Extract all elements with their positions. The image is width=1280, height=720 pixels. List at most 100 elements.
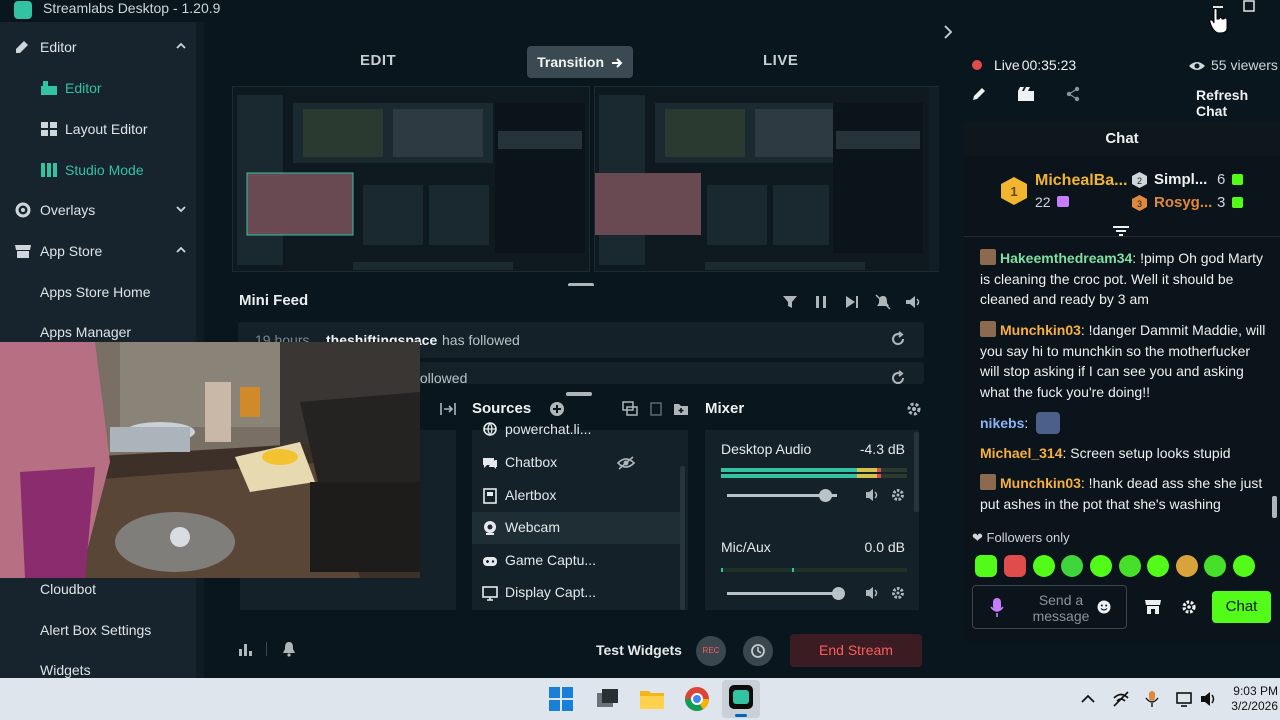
streamlabs-app-icon	[729, 685, 753, 709]
clock[interactable]: 9:03 PM 3/2/2026	[1230, 684, 1278, 714]
sidebar-item-apps-store-home[interactable]: Apps Store Home	[0, 274, 196, 310]
sidebar-item-overlays[interactable]: Overlays	[0, 192, 196, 228]
rec-button[interactable]: REC	[696, 636, 726, 666]
emote-icon[interactable]	[1233, 555, 1255, 577]
chat-username[interactable]: Munchkin03	[1000, 322, 1081, 338]
add-source-icon[interactable]	[549, 401, 565, 417]
repeat-icon[interactable]	[890, 370, 906, 384]
chat-message: Hakeemthedream34: !pimp Oh god Marty is …	[980, 248, 1270, 310]
chat-username[interactable]: nikebs	[980, 415, 1024, 431]
chat-username[interactable]: Hakeemthedream34	[1000, 250, 1132, 266]
emote-icon[interactable]	[1204, 555, 1226, 577]
chat-send-button[interactable]: Chat	[1212, 591, 1271, 623]
emote-icon[interactable]	[1119, 555, 1141, 577]
chevron-right-icon[interactable]	[942, 24, 954, 40]
microphone-icon[interactable]	[990, 598, 1004, 618]
live-status: Live 00:35:23	[994, 57, 1076, 73]
windows-start-icon[interactable]	[547, 685, 575, 713]
mute-alerts-icon[interactable]	[875, 294, 891, 310]
sidebar-item-label: Apps Store Home	[40, 284, 151, 300]
skip-icon[interactable]	[844, 294, 860, 310]
scene-item-icon[interactable]	[648, 401, 664, 417]
notification-bell-icon[interactable]	[281, 641, 297, 657]
emote-icon[interactable]	[1090, 555, 1112, 577]
chat-input[interactable]: Send a message	[972, 585, 1127, 629]
sidebar-item-app-store[interactable]: App Store	[0, 233, 196, 269]
leader-1-name[interactable]: MichealBa...	[1035, 172, 1127, 190]
sources-scrollbar[interactable]	[680, 466, 685, 610]
chevron-up-tray-icon[interactable]	[1079, 690, 1097, 708]
chat-username[interactable]: Michael_314	[980, 445, 1063, 461]
transition-button[interactable]: Transition	[527, 46, 633, 78]
clip-icon[interactable]	[1017, 86, 1035, 102]
eye-hidden-icon[interactable]	[617, 455, 635, 471]
maximize-icon[interactable]	[1239, 0, 1259, 16]
file-explorer-icon[interactable]	[638, 685, 666, 713]
emote-icon[interactable]	[1061, 555, 1083, 577]
source-group-icon[interactable]	[622, 401, 638, 417]
filter-icon[interactable]	[782, 294, 798, 310]
sidebar-item-studio-mode[interactable]: Studio Mode	[0, 152, 196, 188]
sidebar-item-layout-editor[interactable]: Layout Editor	[0, 111, 196, 147]
mixer-settings-icon[interactable]	[906, 401, 922, 417]
network-off-icon[interactable]	[1112, 690, 1130, 708]
share-icon[interactable]	[1065, 86, 1081, 102]
gamepad-icon	[482, 553, 498, 569]
slider-thumb[interactable]	[819, 489, 832, 502]
mixer-scrollbar[interactable]	[914, 432, 919, 512]
source-item[interactable]: Game Captu...	[472, 545, 680, 577]
microphone-tray-icon[interactable]	[1143, 690, 1161, 708]
channel-name: Mic/Aux	[721, 539, 771, 555]
task-view-icon[interactable]	[593, 685, 621, 713]
edit-pencil-icon[interactable]	[971, 86, 987, 102]
chat-scrollbar[interactable]	[1272, 496, 1277, 518]
pause-icon[interactable]	[814, 294, 828, 310]
channel-name: Desktop Audio	[721, 441, 812, 457]
emote-icon[interactable]	[975, 555, 997, 577]
sidebar-item-editor[interactable]: Editor	[0, 29, 196, 65]
emote-icon[interactable]	[1176, 555, 1198, 577]
sidebar-item-alert-box-settings[interactable]: Alert Box Settings	[0, 612, 196, 648]
source-item[interactable]: Display Capt...	[472, 577, 680, 609]
chat-username[interactable]: Munchkin03	[1000, 475, 1081, 491]
display-icon[interactable]	[1176, 690, 1194, 708]
source-item[interactable]: Alertbox	[472, 480, 680, 512]
channel-settings-icon[interactable]	[891, 586, 905, 600]
source-item[interactable]: Chatbox	[472, 447, 680, 479]
chrome-icon[interactable]	[683, 685, 711, 713]
feed-action: followed	[416, 370, 468, 384]
edit-preview[interactable]	[232, 86, 590, 272]
source-item-selected[interactable]: Webcam	[472, 512, 680, 544]
replay-buffer-button[interactable]	[743, 636, 773, 666]
sidebar-item-editor-sub[interactable]: Editor	[0, 70, 196, 106]
speaker-tray-icon[interactable]	[1200, 690, 1218, 708]
emoji-icon[interactable]	[1097, 600, 1111, 614]
collapse-icon[interactable]	[440, 401, 456, 417]
user-badge-icon	[980, 249, 996, 265]
source-label: Alertbox	[505, 487, 557, 503]
channel-settings-icon[interactable]	[891, 488, 905, 502]
speaker-icon[interactable]	[865, 586, 881, 600]
emote-icon[interactable]	[1147, 555, 1169, 577]
volume-slider[interactable]	[727, 587, 845, 600]
repeat-icon[interactable]	[890, 331, 906, 347]
emote-icon[interactable]	[1033, 555, 1055, 577]
volume-slider[interactable]	[727, 489, 837, 502]
test-widgets-button[interactable]: Test Widgets	[596, 642, 682, 658]
taskbar-active-app[interactable]	[722, 680, 760, 718]
settings-gear-icon[interactable]	[1181, 599, 1197, 615]
emote-icon[interactable]	[1004, 555, 1026, 577]
slider-thumb[interactable]	[832, 587, 845, 600]
leader-2-name[interactable]: Simpl...	[1154, 171, 1207, 188]
leader-3-name[interactable]: Rosyg...	[1154, 194, 1212, 211]
volume-icon[interactable]	[905, 294, 923, 310]
end-stream-button[interactable]: End Stream	[790, 634, 922, 667]
add-folder-icon[interactable]	[673, 401, 689, 417]
stats-icon[interactable]	[238, 641, 254, 657]
source-item[interactable]: powerchat.li...	[472, 419, 680, 445]
refresh-chat-button[interactable]: Refresh Chat	[1196, 87, 1280, 119]
speaker-icon[interactable]	[865, 488, 881, 502]
shop-icon[interactable]	[1144, 599, 1162, 615]
sidebar-item-label: Layout Editor	[65, 121, 148, 137]
dock-resize-handle[interactable]	[566, 392, 592, 396]
